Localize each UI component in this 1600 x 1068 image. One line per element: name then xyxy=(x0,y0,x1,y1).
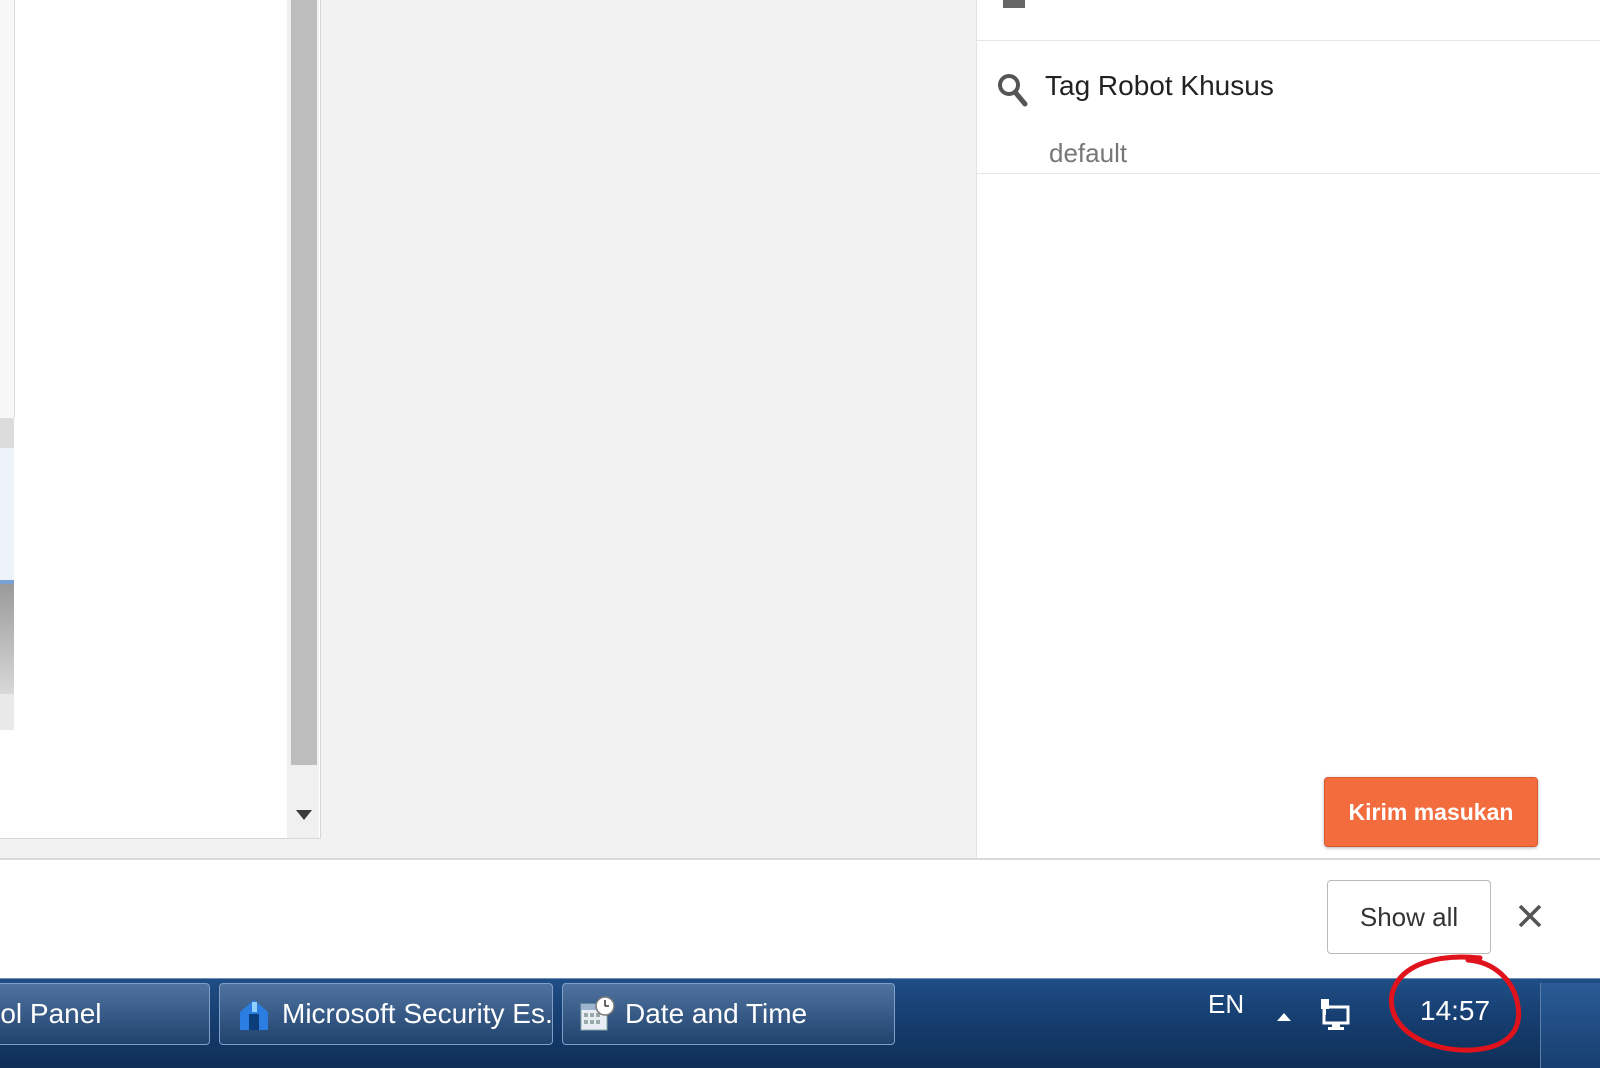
scrollbar-thumb[interactable] xyxy=(291,0,317,765)
scroll-down-arrow-icon[interactable] xyxy=(291,800,317,830)
taskbar-item-label: Microsoft Security Es... xyxy=(282,998,552,1029)
language-indicator[interactable]: EN xyxy=(1208,989,1244,1020)
network-icon[interactable] xyxy=(1318,997,1354,1038)
send-feedback-button[interactable]: Kirim masukan xyxy=(1324,777,1538,847)
taskbar-item-control-panel[interactable]: rol Panel xyxy=(0,983,210,1045)
list-item[interactable]: Tag Robot Khusus default xyxy=(977,40,1600,174)
calendar-clock-icon xyxy=(579,996,615,1032)
right-panel: Tag Robot Khusus default Kirim masukan xyxy=(976,0,1600,858)
left-panel xyxy=(0,0,321,839)
show-all-button[interactable]: Show all xyxy=(1327,880,1491,954)
show-desktop-button[interactable] xyxy=(1540,983,1600,1068)
left-window-edge xyxy=(0,0,15,730)
edge-strip xyxy=(0,448,14,584)
edge-strip xyxy=(0,694,14,730)
edge-strip xyxy=(0,584,14,694)
clipped-row-icon xyxy=(999,0,1029,17)
edge-strip xyxy=(0,0,15,418)
edge-strip xyxy=(0,418,14,448)
taskbar-item-security-essentials[interactable]: Microsoft Security Es... xyxy=(219,983,553,1045)
row-value: default xyxy=(1049,138,1128,168)
search-icon xyxy=(997,73,1029,107)
taskbar-item-label: Date and Time xyxy=(625,998,808,1029)
taskbar-item-date-and-time[interactable]: Date and Time xyxy=(562,983,895,1045)
taskbar: rol Panel Microsoft Security Es... Date … xyxy=(0,978,1600,1068)
security-essentials-icon xyxy=(236,996,272,1032)
close-icon[interactable] xyxy=(1510,896,1550,936)
show-hidden-icons-arrow-icon[interactable] xyxy=(1276,1009,1292,1027)
row-title: Tag Robot Khusus xyxy=(1045,70,1274,101)
vertical-scrollbar[interactable] xyxy=(287,0,319,838)
download-bar: Show all xyxy=(0,858,1600,980)
list-item[interactable] xyxy=(977,0,1600,41)
taskbar-clock[interactable]: 14:57 xyxy=(1420,995,1490,1027)
taskbar-item-label: rol Panel xyxy=(0,998,102,1029)
